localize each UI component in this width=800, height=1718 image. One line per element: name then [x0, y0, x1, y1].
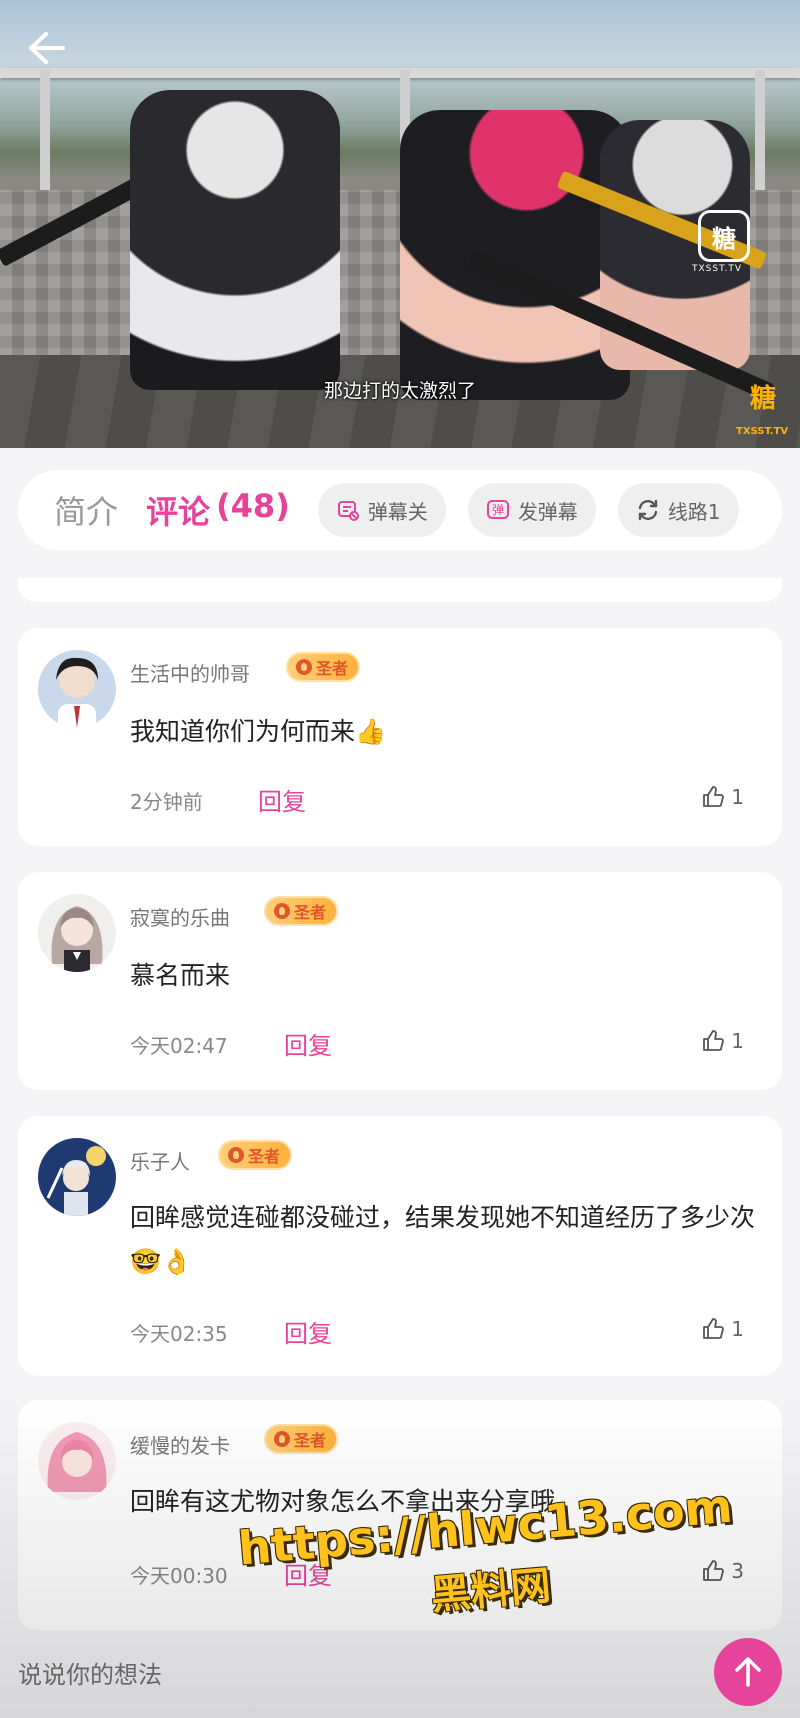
- flame-icon: [228, 1147, 244, 1163]
- tab-comments-count: (48): [216, 487, 290, 525]
- danmaku-toggle-label: 弹幕关: [367, 499, 428, 524]
- rank-badge-label: 圣者: [316, 659, 349, 678]
- like-button[interactable]: 1: [701, 1029, 744, 1053]
- video-subtitle: 那边打的太激烈了: [323, 380, 476, 402]
- avatar[interactable]: [38, 894, 116, 972]
- previous-comment-card: [18, 578, 782, 602]
- watermark-text: TXSST.TV: [692, 264, 743, 274]
- comment-time: 2分钟前: [130, 790, 203, 814]
- rank-badge: 圣者: [218, 1140, 293, 1170]
- rank-badge: 圣者: [286, 652, 361, 682]
- tab-intro[interactable]: 简介: [54, 487, 118, 533]
- railing-post: [40, 70, 50, 190]
- reply-button[interactable]: 回复: [258, 782, 306, 817]
- cosplayer-figure: [130, 90, 340, 390]
- route-switch-button[interactable]: 线路1: [617, 483, 739, 537]
- comment-time: 今天00:30: [130, 1564, 228, 1588]
- username[interactable]: 生活中的帅哥: [130, 658, 250, 687]
- flame-icon: [274, 1431, 290, 1447]
- rank-badge: 圣者: [264, 896, 339, 926]
- like-button[interactable]: 1: [701, 785, 744, 809]
- comment-time: 今天02:47: [130, 1034, 228, 1058]
- send-button[interactable]: [714, 1638, 782, 1706]
- comment-card: 生活中的帅哥 圣者 我知道你们为何而来👍 2分钟前 回复 1: [18, 628, 782, 846]
- comment-input-bar: [0, 1632, 800, 1718]
- reply-button[interactable]: 回复: [284, 1026, 332, 1061]
- danmaku-off-icon: [336, 498, 360, 522]
- refresh-icon: [636, 498, 660, 522]
- comment-card: 乐子人 圣者 回眸感觉连碰都没碰过，结果发现她不知道经历了多少次🤓👌 今天02:…: [18, 1116, 782, 1376]
- username[interactable]: 寂寞的乐曲: [130, 902, 230, 931]
- tab-bar: 简介 评论 (48) 弹幕关 弹 发弹幕 线路1: [18, 470, 782, 550]
- like-count: 1: [731, 1317, 744, 1341]
- rank-badge: 圣者: [264, 1424, 339, 1454]
- watermark-logo: 糖: [698, 210, 750, 262]
- back-button[interactable]: [24, 26, 68, 70]
- avatar[interactable]: [38, 1422, 116, 1500]
- send-danmaku-button[interactable]: 弹 发弹幕: [467, 483, 596, 537]
- comment-time: 今天02:35: [130, 1322, 228, 1346]
- comment-text: 慕名而来: [130, 961, 231, 990]
- send-danmaku-label: 发弹幕: [517, 499, 578, 524]
- avatar[interactable]: [38, 650, 116, 728]
- rank-badge-label: 圣者: [294, 903, 327, 922]
- railing-post: [755, 70, 765, 190]
- thumbs-up-icon: [703, 1318, 725, 1339]
- flame-icon: [274, 903, 290, 919]
- comment-text: 我知道你们为何而来👍: [130, 717, 387, 746]
- comment-card: 寂寞的乐曲 圣者 慕名而来 今天02:47 回复 1: [18, 872, 782, 1090]
- comment-input[interactable]: [18, 1661, 618, 1689]
- cosplayer-figure: [400, 110, 630, 400]
- arrow-left-icon: [29, 32, 65, 64]
- like-button[interactable]: 1: [701, 1317, 744, 1341]
- danmaku-icon: 弹: [486, 498, 510, 522]
- flame-icon: [296, 659, 312, 675]
- rank-badge-label: 圣者: [248, 1147, 281, 1166]
- comment-text: 回眸感觉连碰都没碰过，结果发现她不知道经历了多少次🤓👌: [130, 1203, 756, 1276]
- corner-logo-text: TXSST.TV: [736, 426, 789, 437]
- username[interactable]: 缓慢的发卡: [130, 1430, 230, 1459]
- like-count: 1: [731, 1029, 744, 1053]
- tab-comments[interactable]: 评论 (48): [146, 487, 290, 533]
- thumbs-up-icon: [703, 786, 725, 807]
- avatar[interactable]: [38, 1138, 116, 1216]
- video-player[interactable]: 糖 TXSST.TV 糖 TXSST.TV 那边打的太激烈了: [0, 0, 800, 448]
- tab-comments-label: 评论: [146, 493, 211, 531]
- arrow-up-icon: [735, 1657, 761, 1687]
- svg-text:弹: 弹: [492, 503, 504, 517]
- reply-button[interactable]: 回复: [284, 1314, 332, 1349]
- thumbs-up-icon: [703, 1030, 725, 1051]
- rank-badge-label: 圣者: [294, 1431, 327, 1450]
- username[interactable]: 乐子人: [130, 1146, 190, 1175]
- danmaku-toggle-button[interactable]: 弹幕关: [317, 483, 446, 537]
- like-count: 1: [731, 785, 744, 809]
- route-label: 线路1: [667, 499, 721, 524]
